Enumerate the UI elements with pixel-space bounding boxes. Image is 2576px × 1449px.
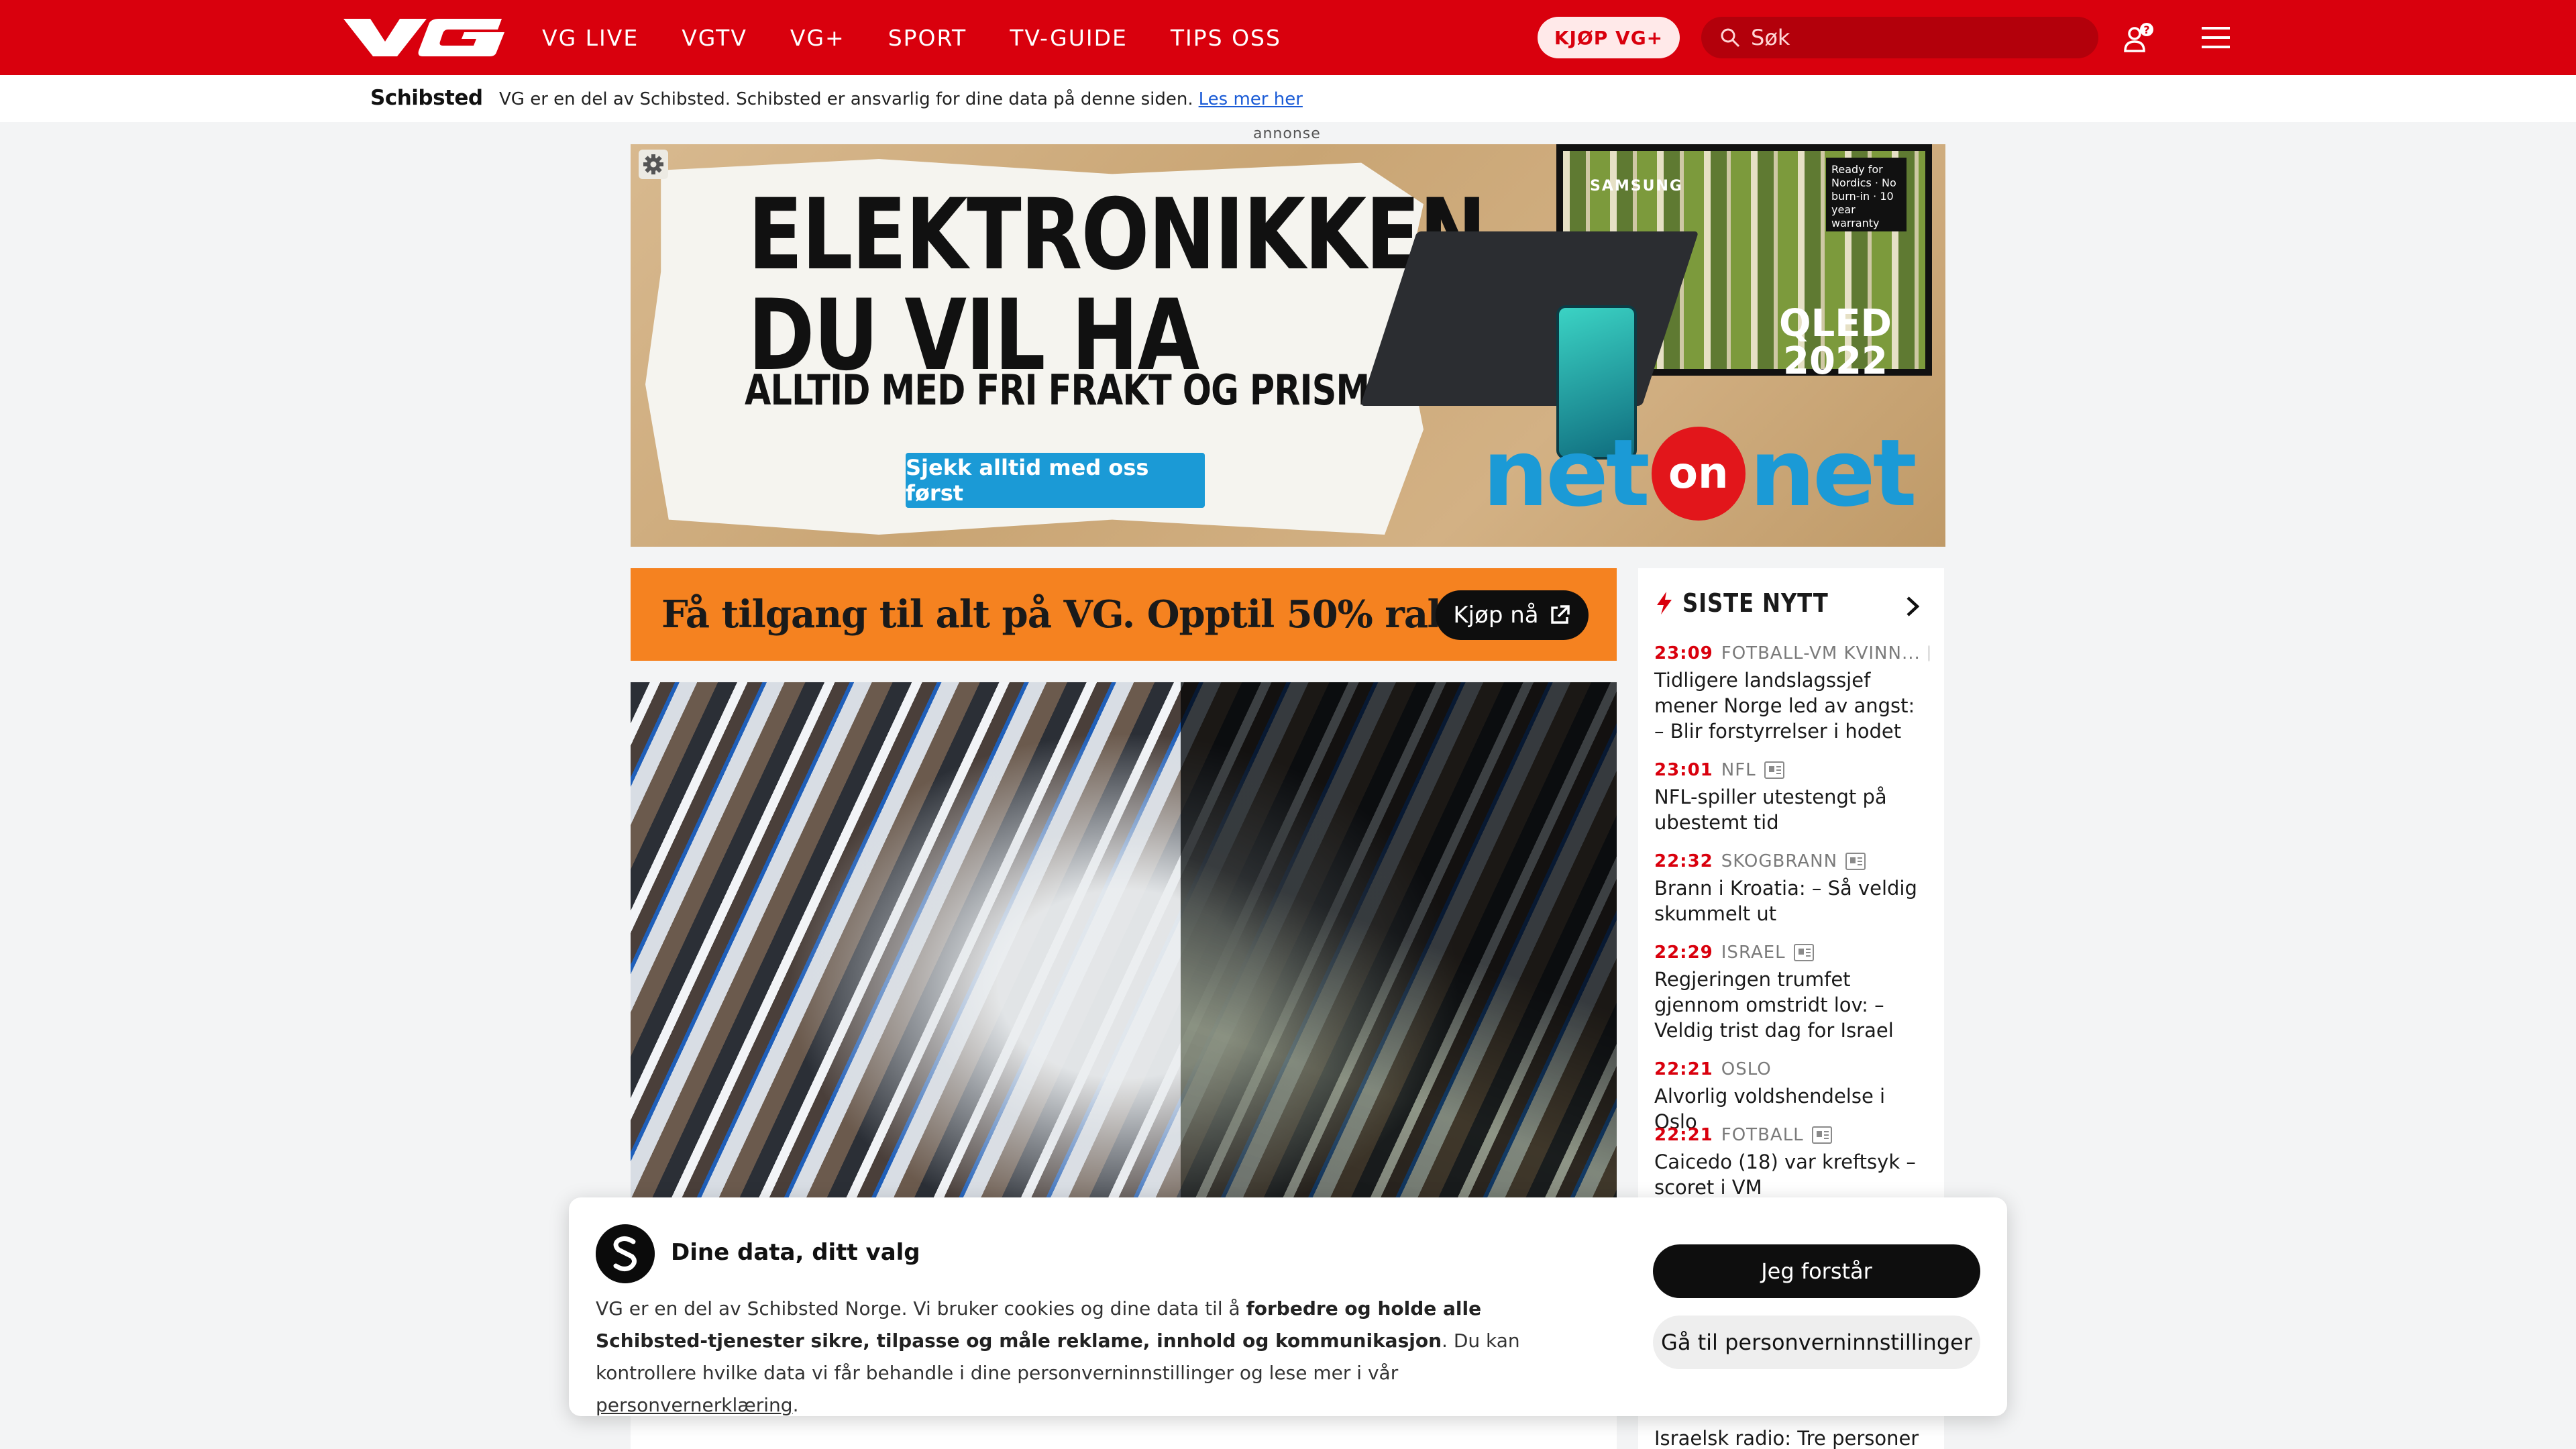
news-meta: 23:01 NFL — [1654, 760, 1929, 780]
news-time: 23:01 — [1654, 760, 1713, 780]
news-title[interactable]: Tidligere landslagssjef mener Norge led … — [1654, 667, 1929, 744]
schibsted-info-bar: Schibsted VG er en del av Schibsted. Sch… — [0, 75, 2576, 122]
search-input[interactable] — [1750, 24, 2072, 51]
tv-model-line-1: QLED — [1778, 302, 1892, 345]
nav-vg-plus[interactable]: VG+ — [790, 25, 845, 51]
news-item[interactable]: Israelsk radio: Tre personer — [1654, 1421, 1929, 1449]
netonnet-logo-circle: on — [1651, 426, 1746, 521]
ad-subline: ALLTID MED FRI FRAKT OG PRISMATCH — [745, 366, 1468, 415]
news-title[interactable]: Caicedo (18) var kreftsyk – scoret i VM — [1654, 1149, 1929, 1200]
news-title[interactable]: NFL-spiller utestengt på ubestemt tid — [1654, 784, 1929, 835]
news-item[interactable]: 22:21 FOTBALL Caicedo (18) var kreftsyk … — [1654, 1125, 1929, 1200]
privacy-settings-button[interactable]: Gå til personverninnstillinger — [1653, 1316, 1980, 1369]
nav-vgtv[interactable]: VGTV — [682, 25, 747, 51]
read-more-link[interactable]: Les mer her — [1199, 89, 1303, 109]
consent-body-end: . — [792, 1394, 799, 1416]
privacy-policy-link[interactable]: personvernerklæring — [596, 1394, 793, 1416]
news-time: 22:29 — [1654, 943, 1713, 963]
article-icon — [1845, 853, 1866, 870]
consent-body-part-1: VG er en del av Schibsted Norge. Vi bruk… — [596, 1297, 1246, 1320]
netonnet-ad-banner[interactable]: ELEKTRONIKKEN DU VIL HA ALLTID MED FRI F… — [631, 144, 1945, 547]
news-meta: 22:21 FOTBALL — [1654, 1125, 1929, 1145]
nav-tv-guide[interactable]: TV-GUIDE — [1010, 25, 1128, 51]
news-category: FOTBALL-VM KVINN... — [1721, 643, 1921, 663]
news-category: SKOGBRANN — [1721, 851, 1838, 871]
tv-feature-badge: Ready for Nordics · No burn-in · 10 year… — [1826, 158, 1907, 231]
news-meta: 23:09 FOTBALL-VM KVINN... — [1654, 643, 1929, 663]
netonnet-logo: net on net — [1483, 419, 1917, 527]
cookie-consent-dialog: Dine data, ditt valg VG er en del av Sch… — [569, 1197, 2007, 1416]
consent-title: Dine data, ditt valg — [671, 1239, 920, 1266]
news-category: FOTBALL — [1721, 1125, 1804, 1145]
news-time: 22:21 — [1654, 1059, 1713, 1079]
news-meta: 22:29 ISRAEL — [1654, 943, 1929, 963]
news-item[interactable]: 22:32 SKOGBRANN Brann i Kroatia: – Så ve… — [1654, 851, 1929, 926]
ad-settings-gear-icon[interactable] — [639, 150, 668, 179]
schibsted-logo: Schibsted — [370, 86, 483, 110]
news-meta: 22:21 OSLO — [1654, 1059, 1929, 1079]
tv-model-line-2: 2022 — [1783, 339, 1888, 383]
news-item[interactable]: 23:01 NFL NFL-spiller utestengt på ubest… — [1654, 760, 1929, 835]
hamburger-menu-icon[interactable] — [2202, 24, 2230, 51]
consent-body: VG er en del av Schibsted Norge. Vi bruk… — [596, 1293, 1589, 1421]
search-box[interactable] — [1701, 17, 2098, 58]
ad-headline-line-1: ELEKTRONIKKEN — [748, 178, 1487, 292]
buy-vg-plus-button[interactable]: KJØP VG+ — [1538, 17, 1680, 58]
latest-news-header[interactable]: SISTE NYTT — [1656, 588, 1854, 618]
news-item[interactable]: 22:29 ISRAEL Regjeringen trumfet gjennom… — [1654, 943, 1929, 1043]
news-title[interactable]: Israelsk radio: Tre personer — [1654, 1426, 1929, 1449]
schibsted-s-logo-icon — [596, 1224, 655, 1283]
latest-news-title: SISTE NYTT — [1682, 588, 1829, 618]
user-badge: ? — [2143, 23, 2149, 36]
tv-brand-label: SAMSUNG — [1590, 178, 1683, 195]
main-nav: VG LIVE VGTV VG+ SPORT TV-GUIDE TIPS OSS — [542, 0, 1281, 75]
news-category: NFL — [1721, 760, 1756, 780]
news-time: 22:21 — [1654, 1125, 1713, 1145]
promo-buy-button[interactable]: Kjøp nå — [1436, 590, 1589, 640]
promo-buy-label: Kjøp nå — [1453, 602, 1539, 629]
news-title[interactable]: Regjeringen trumfet gjennom omstridt lov… — [1654, 967, 1929, 1043]
news-title[interactable]: Brann i Kroatia: – Så veldig skummelt ut — [1654, 875, 1929, 926]
nav-tips-oss[interactable]: TIPS OSS — [1171, 25, 1281, 51]
nav-vg-live[interactable]: VG LIVE — [542, 25, 639, 51]
article-icon — [1764, 761, 1784, 779]
user-login-icon[interactable]: ? — [2123, 23, 2155, 55]
article-icon — [1793, 944, 1814, 961]
schibsted-info-text: VG er en del av Schibsted. Schibsted er … — [499, 89, 1303, 109]
news-time: 22:32 — [1654, 851, 1713, 871]
nav-sport[interactable]: SPORT — [888, 25, 967, 51]
netonnet-logo-left: net — [1483, 419, 1650, 527]
news-category: OSLO — [1721, 1059, 1772, 1079]
news-meta: 22:32 SKOGBRANN — [1654, 851, 1929, 871]
schibsted-info-message: VG er en del av Schibsted. Schibsted er … — [499, 89, 1193, 109]
news-time: 23:09 — [1654, 643, 1713, 663]
subscription-promo-banner[interactable]: Få tilgang til alt på VG. Opptil 50% rab… — [631, 568, 1617, 661]
accept-button[interactable]: Jeg forstår — [1653, 1244, 1980, 1298]
netonnet-logo-right: net — [1749, 419, 1917, 527]
promo-text: Få tilgang til alt på VG. Opptil 50% rab… — [661, 592, 1511, 637]
ad-laptop-image — [1360, 231, 1699, 406]
tv-model-label: QLED 2022 — [1779, 305, 1892, 380]
ad-cta-button[interactable]: Sjekk alltid med oss først — [906, 453, 1205, 508]
top-navigation-bar: VG LIVE VGTV VG+ SPORT TV-GUIDE TIPS OSS… — [0, 0, 2576, 75]
news-category: ISRAEL — [1721, 943, 1786, 963]
vg-logo[interactable] — [343, 19, 507, 56]
ad-headline: ELEKTRONIKKEN DU VIL HA — [748, 178, 1487, 386]
article-icon — [1811, 1126, 1832, 1144]
lightning-icon — [1657, 592, 1672, 614]
external-link-icon — [1550, 605, 1570, 624]
ad-label: annonse — [1253, 125, 1321, 142]
search-icon — [1721, 28, 1740, 48]
news-item[interactable]: 23:09 FOTBALL-VM KVINN... Tidligere land… — [1654, 643, 1929, 744]
news-item[interactable]: 22:21 OSLO Alvorlig voldshendelse i Oslo — [1654, 1059, 1929, 1134]
chevron-right-icon[interactable] — [1904, 595, 1921, 618]
